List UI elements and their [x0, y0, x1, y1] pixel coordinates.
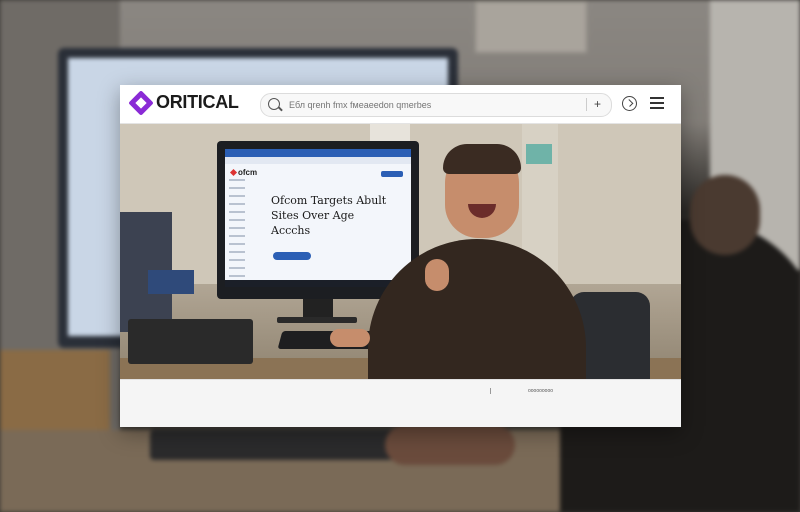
background-keyboard	[150, 430, 410, 460]
monitor: ofcm Ofcom Targets Abult Sites Over Age …	[217, 141, 419, 323]
background-hand	[385, 425, 515, 465]
screen-button	[381, 171, 403, 177]
logo-diamond-icon	[128, 89, 154, 116]
screen-sidebar	[229, 179, 245, 279]
monitor-base	[277, 317, 357, 323]
background-picture-frame	[474, 0, 588, 54]
man-hair	[443, 144, 521, 174]
search-bar[interactable]: +	[260, 93, 612, 117]
binder	[148, 270, 194, 294]
background-person-head	[690, 175, 760, 255]
site-header: ORITICAL +	[120, 85, 681, 124]
screen-taskbar	[225, 280, 411, 287]
menu-icon[interactable]	[650, 97, 664, 109]
monitor-stand	[303, 299, 333, 319]
plus-icon[interactable]: +	[594, 97, 601, 111]
article-card: ORITICAL + ofcm Ofcom Targets Abult Site…	[120, 85, 681, 427]
image-caption: ooooooooo	[528, 388, 554, 394]
screen-cta-button	[273, 252, 311, 260]
printer	[128, 319, 253, 364]
screen-browser-bar	[225, 149, 411, 157]
search-divider	[586, 98, 587, 111]
screen-tab-bar	[225, 157, 411, 164]
footer-divider	[490, 388, 491, 394]
screen-site-logo: ofcm	[231, 168, 257, 177]
man-raised-hand	[425, 259, 449, 291]
search-input[interactable]	[287, 96, 581, 114]
man-typing-hand	[330, 329, 370, 347]
card-footer: ooooooooo	[120, 379, 681, 427]
search-icon	[268, 98, 280, 110]
download-icon[interactable]	[622, 96, 637, 111]
screen-headline: Ofcom Targets Abult Sites Over Age Accch…	[271, 194, 387, 237]
brand-name: ORITICAL	[156, 92, 239, 112]
hero-image: ofcm Ofcom Targets Abult Sites Over Age …	[120, 124, 681, 379]
monitor-screen: ofcm Ofcom Targets Abult Sites Over Age …	[225, 149, 411, 287]
site-logo[interactable]: ORITICAL	[128, 89, 239, 116]
